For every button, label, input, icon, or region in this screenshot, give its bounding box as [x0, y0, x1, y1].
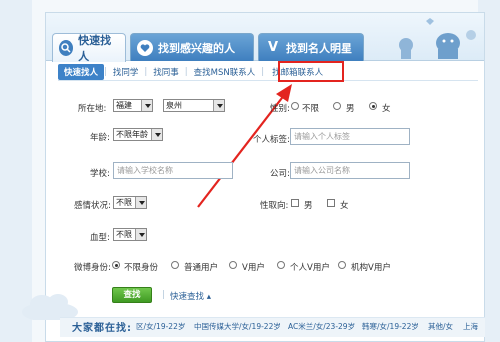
city-value: 泉州	[166, 101, 182, 110]
identity-option-label: 机构V用户	[351, 263, 391, 273]
chevron-down-icon	[151, 129, 162, 140]
orientation-checkbox-male[interactable]	[291, 199, 299, 207]
city-select[interactable]: 泉州	[163, 99, 225, 112]
divider: |	[162, 290, 165, 300]
gender-option-label: 女	[382, 104, 391, 114]
orientation-option-label: 男	[304, 201, 313, 211]
identity-option-label: 不限身份	[124, 263, 159, 273]
orientation-option-label: 女	[340, 201, 349, 211]
blood-value: 不限	[116, 230, 132, 239]
age-value: 不限年龄	[116, 130, 148, 139]
gender-option-label: 男	[346, 104, 355, 114]
identity-option-label: V用户	[242, 263, 265, 273]
tag-placeholder: 请输入个人标签	[294, 132, 350, 141]
school-input[interactable]: 请输入学校名称	[113, 162, 233, 179]
identity-radio-v[interactable]	[229, 261, 237, 269]
caret-up-icon: ▴	[206, 292, 211, 302]
blood-select[interactable]: 不限	[113, 228, 147, 241]
tag-input[interactable]: 请输入个人标签	[290, 128, 410, 145]
trending-link[interactable]: 韩寒/女/19-22岁	[362, 321, 419, 332]
identity-option-label: 个人V用户	[290, 263, 330, 273]
identity-radio-any[interactable]	[112, 261, 120, 269]
tag-label: 个人标签:	[253, 135, 290, 145]
chevron-down-icon	[135, 229, 146, 240]
location-label: 所在地:	[78, 104, 107, 114]
relationship-select[interactable]: 不限	[113, 196, 147, 209]
relationship-value: 不限	[116, 198, 132, 207]
company-input[interactable]: 请输入公司名称	[290, 162, 410, 179]
identity-option-label: 普通用户	[184, 263, 219, 273]
identity-radio-normal[interactable]	[171, 261, 179, 269]
relationship-label: 感情状况:	[74, 201, 111, 211]
blood-label: 血型:	[90, 233, 110, 243]
province-value: 福建	[116, 101, 132, 110]
gender-radio-female[interactable]	[369, 102, 377, 110]
orientation-checkbox-female[interactable]	[327, 199, 335, 207]
search-button[interactable]: 查找	[112, 287, 152, 303]
gender-label: 性别:	[270, 104, 290, 114]
trending-link[interactable]: AC米兰/女/23-29岁	[288, 321, 355, 332]
age-select[interactable]: 不限年龄	[113, 128, 163, 141]
chevron-down-icon	[213, 100, 224, 111]
identity-radio-personal-v[interactable]	[277, 261, 285, 269]
gender-radio-any[interactable]	[291, 102, 299, 110]
gender-radio-male[interactable]	[333, 102, 341, 110]
orientation-label: 性取向:	[260, 201, 289, 211]
gender-option-label: 不限	[302, 104, 320, 114]
school-label: 学校:	[90, 169, 110, 179]
school-placeholder: 请输入学校名称	[117, 166, 173, 175]
age-label: 年龄:	[90, 133, 110, 143]
chevron-down-icon	[135, 197, 146, 208]
trending-title: 大家都在找:	[72, 323, 132, 334]
quick-search-link[interactable]: 快速查找 ▴	[170, 290, 211, 302]
trending-link[interactable]: 中国传媒大学/女/19-22岁	[194, 321, 281, 332]
trending-link[interactable]: 区/女/19-22岁	[136, 321, 185, 332]
identity-label: 微博身份:	[74, 263, 111, 273]
province-select[interactable]: 福建	[113, 99, 153, 112]
company-placeholder: 请输入公司名称	[294, 166, 350, 175]
trending-link[interactable]: 其他/女	[428, 321, 453, 332]
identity-radio-org-v[interactable]	[338, 261, 346, 269]
company-label: 公司:	[270, 169, 290, 179]
cloud-decoration-icon	[22, 294, 78, 320]
trending-link[interactable]: 上海	[463, 321, 478, 332]
chevron-down-icon	[141, 100, 152, 111]
quick-search-label: 快速查找	[170, 292, 205, 302]
